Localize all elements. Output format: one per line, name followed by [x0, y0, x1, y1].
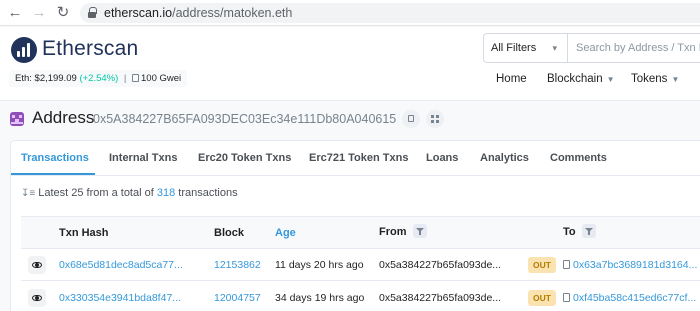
- search-input[interactable]: Search by Address / Txn Hash: [567, 33, 700, 63]
- contract-icon: [563, 293, 570, 302]
- lock-icon: [88, 7, 97, 18]
- column-header-to: To: [563, 224, 596, 238]
- qr-code-icon: [431, 115, 439, 123]
- block-link[interactable]: 12153862: [214, 259, 261, 271]
- column-header-block: Block: [214, 227, 244, 239]
- filter-select-value: All Filters: [491, 42, 537, 54]
- tab-erc721-token-txns[interactable]: Erc721 Token Txns: [309, 152, 408, 164]
- eth-price-info: Eth: $2,199.09 (+2.54%) | 100 Gwei: [9, 70, 188, 87]
- column-header-age[interactable]: Age: [275, 227, 296, 239]
- filter-icon[interactable]: [581, 224, 596, 238]
- tab-internal-txns[interactable]: Internal Txns: [109, 152, 177, 164]
- nav-home[interactable]: Home: [496, 73, 527, 85]
- age-cell: 11 days 20 hrs ago: [275, 259, 364, 271]
- eth-price-change: (+2.54%): [79, 73, 119, 84]
- filter-icon[interactable]: [412, 224, 427, 238]
- address-avatar-icon: [10, 112, 24, 126]
- chevron-down-icon: ▼: [606, 75, 615, 84]
- tab-erc20-token-txns[interactable]: Erc20 Token Txns: [198, 152, 291, 164]
- browser-toolbar: ← → ↻ etherscan.io/address/matoken.eth: [0, 0, 700, 26]
- direction-badge: OUT: [528, 290, 556, 306]
- contract-icon: [563, 260, 570, 269]
- age-cell: 34 days 19 hrs ago: [275, 292, 365, 304]
- table-row: 0x68e5d81dec8ad5ca77... 12153862 11 days…: [21, 249, 700, 281]
- etherscan-logo-icon[interactable]: [11, 37, 37, 63]
- eth-price: Eth: $2,199.09: [15, 73, 77, 84]
- separator: |: [123, 73, 127, 84]
- txn-hash-link[interactable]: 0x330354e3941bda8f47...: [59, 292, 181, 304]
- forward-arrow-icon[interactable]: →: [30, 4, 48, 22]
- transaction-count-link[interactable]: 318: [157, 187, 175, 199]
- gas-price[interactable]: 100 Gwei: [141, 73, 181, 84]
- tab-transactions[interactable]: Transactions: [21, 152, 89, 164]
- eye-icon[interactable]: [28, 289, 46, 307]
- chevron-down-icon: ▼: [671, 75, 680, 84]
- tab-bar: Transactions Internal Txns Erc20 Token T…: [11, 141, 700, 176]
- address-bar[interactable]: etherscan.io/address/matoken.eth: [80, 3, 700, 23]
- from-address[interactable]: 0x5a384227b65fa093de...: [379, 292, 501, 304]
- url-text: etherscan.io/address/matoken.eth: [104, 6, 293, 20]
- column-header-txn-hash: Txn Hash: [59, 227, 109, 239]
- table-row: 0x330354e3941bda8f47... 12004757 34 days…: [21, 282, 700, 311]
- tab-comments[interactable]: Comments: [550, 152, 607, 164]
- chevron-down-icon: ▾: [552, 43, 557, 53]
- address-heading: Address 0x5A384227B65FA093DEC03Ec34e111D…: [0, 101, 700, 139]
- eye-icon[interactable]: [28, 256, 46, 274]
- block-link[interactable]: 12004757: [214, 292, 261, 304]
- txn-hash-link[interactable]: 0x68e5d81dec8ad5ca77...: [59, 259, 183, 271]
- brand-name[interactable]: Etherscan: [42, 37, 138, 61]
- to-address-link[interactable]: 0x63a7bc3689181d3164...: [563, 259, 697, 271]
- transactions-summary: ↧≡ Latest 25 from a total of 318 transact…: [21, 187, 238, 199]
- address-hash: 0x5A384227B65FA093DEC03Ec34e111Db80A0406…: [93, 112, 397, 126]
- from-address[interactable]: 0x5a384227b65fa093de...: [379, 259, 501, 271]
- active-tab-indicator: [11, 173, 95, 175]
- direction-badge: OUT: [528, 257, 556, 273]
- reload-icon[interactable]: ↻: [54, 4, 72, 22]
- page-title: Address: [32, 108, 95, 127]
- to-address-link[interactable]: 0xf45ba58c415ed6c77cf...: [563, 292, 696, 304]
- back-arrow-icon[interactable]: ←: [6, 4, 24, 22]
- qr-code-button[interactable]: [426, 110, 444, 128]
- transactions-card: Transactions Internal Txns Erc20 Token T…: [10, 140, 700, 311]
- tab-analytics[interactable]: Analytics: [480, 152, 529, 164]
- site-header: Etherscan Eth: $2,199.09 (+2.54%) | 100 …: [0, 27, 700, 101]
- tab-loans[interactable]: Loans: [426, 152, 458, 164]
- column-header-from: From: [379, 224, 427, 238]
- table-header: Txn Hash Block Age From To: [21, 216, 700, 249]
- sort-icon: ↧≡: [21, 188, 36, 199]
- filter-select[interactable]: All Filters ▾: [483, 33, 567, 63]
- copy-icon: [408, 115, 414, 122]
- nav-tokens[interactable]: Tokens ▼: [631, 73, 679, 85]
- gas-pump-icon: [132, 74, 140, 82]
- copy-address-button[interactable]: [402, 110, 420, 128]
- nav-blockchain[interactable]: Blockchain ▼: [547, 73, 615, 85]
